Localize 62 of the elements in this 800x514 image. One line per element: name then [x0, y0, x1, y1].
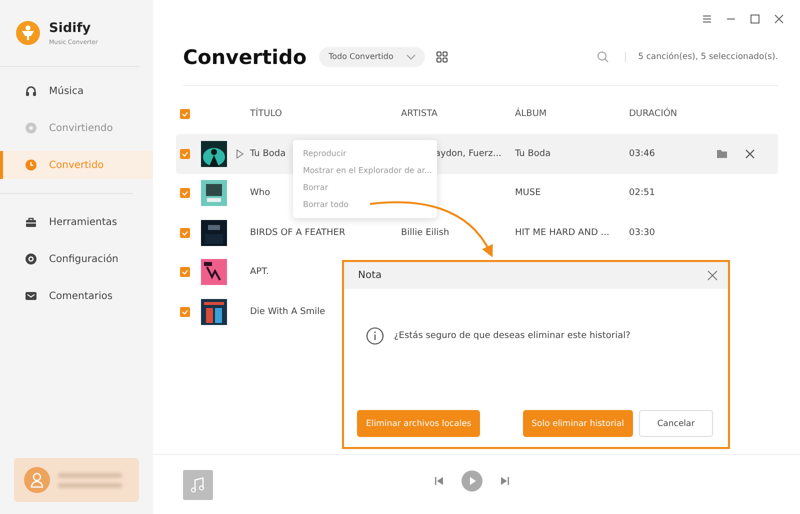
close-icon[interactable] — [744, 148, 756, 160]
maximize-icon[interactable] — [748, 12, 762, 26]
sidebar-item[interactable]: Música — [0, 77, 153, 105]
account-card[interactable] — [14, 458, 139, 502]
column-header: ARTISTA — [401, 109, 439, 119]
info-icon — [366, 327, 384, 345]
play-icon[interactable] — [461, 470, 483, 492]
menu-item[interactable]: Reproducir — [303, 145, 346, 162]
checkbox[interactable] — [180, 267, 190, 278]
play-icon[interactable] — [236, 148, 244, 159]
sidebar-item[interactable]: Convertido — [0, 151, 153, 179]
table-cell-text: Tu Boda — [515, 148, 552, 159]
selection-summary: 5 canción(es), 5 seleccionado(s). — [625, 52, 778, 62]
table-cell-text: 02:51 — [629, 188, 656, 198]
menu-item[interactable]: Borrar todo — [303, 196, 349, 213]
table-cell-text: 03:30 — [629, 228, 656, 238]
folder-icon[interactable] — [716, 148, 728, 160]
track-title: Die With A Smile — [250, 306, 326, 317]
dialog-message: ¿Estás seguro de que deseas eliminar este historial? — [394, 331, 630, 341]
clock-icon — [25, 159, 37, 171]
checkbox[interactable] — [180, 306, 190, 317]
disc-icon — [25, 122, 37, 134]
sidebar-item[interactable]: Configuración — [0, 245, 153, 273]
table-cell-text: HIT ME HARD AND ... — [515, 228, 610, 238]
track-title: BIRDS OF A FEATHER — [250, 228, 346, 238]
dialog-title: Nota — [358, 270, 382, 281]
track-title: Tu Boda — [250, 148, 286, 159]
checkbox[interactable] — [180, 188, 190, 198]
search-icon[interactable] — [597, 50, 610, 62]
app-name: Sidify — [49, 20, 92, 36]
checkbox[interactable] — [180, 148, 190, 159]
action-button[interactable]: Solo eliminar historial — [522, 410, 633, 437]
next-icon[interactable] — [499, 475, 511, 487]
action-button[interactable]: Eliminar archivos locales — [357, 410, 480, 437]
table-cell-text: Billie Eilish — [401, 228, 450, 238]
table-cell-text: 03:46 — [629, 148, 656, 159]
close-icon[interactable] — [772, 12, 786, 26]
toolbox-icon — [25, 216, 37, 228]
grid-view-icon[interactable] — [434, 48, 450, 64]
filter-dropdown[interactable]: Todo Convertido — [318, 46, 425, 66]
headphones-icon — [25, 85, 37, 97]
track-title: APT. — [250, 267, 269, 278]
previous-icon[interactable] — [433, 475, 445, 487]
page-title: Convertido — [183, 44, 307, 68]
cancel-button[interactable]: Cancelar — [639, 410, 713, 437]
checkbox[interactable] — [180, 228, 190, 238]
column-header: TÍTULO — [250, 109, 284, 119]
music-note-icon — [183, 470, 213, 500]
user-icon — [24, 467, 50, 493]
table-cell-text: MUSE — [515, 188, 542, 198]
track-title: Who — [250, 188, 270, 198]
logo-icon — [15, 20, 41, 46]
sidebar-item[interactable]: Comentarios — [0, 282, 153, 310]
mail-icon — [25, 290, 37, 302]
close-icon[interactable] — [707, 270, 718, 281]
column-header: ÁLBUM — [515, 109, 548, 119]
gear-icon — [25, 253, 37, 265]
menu-item[interactable]: Borrar — [303, 179, 328, 196]
sidebar-item[interactable]: Herramientas — [0, 208, 153, 236]
column-header: DURACIÓN — [629, 109, 678, 119]
checkbox[interactable] — [180, 109, 190, 119]
blurred-text-drawing — [58, 472, 122, 488]
